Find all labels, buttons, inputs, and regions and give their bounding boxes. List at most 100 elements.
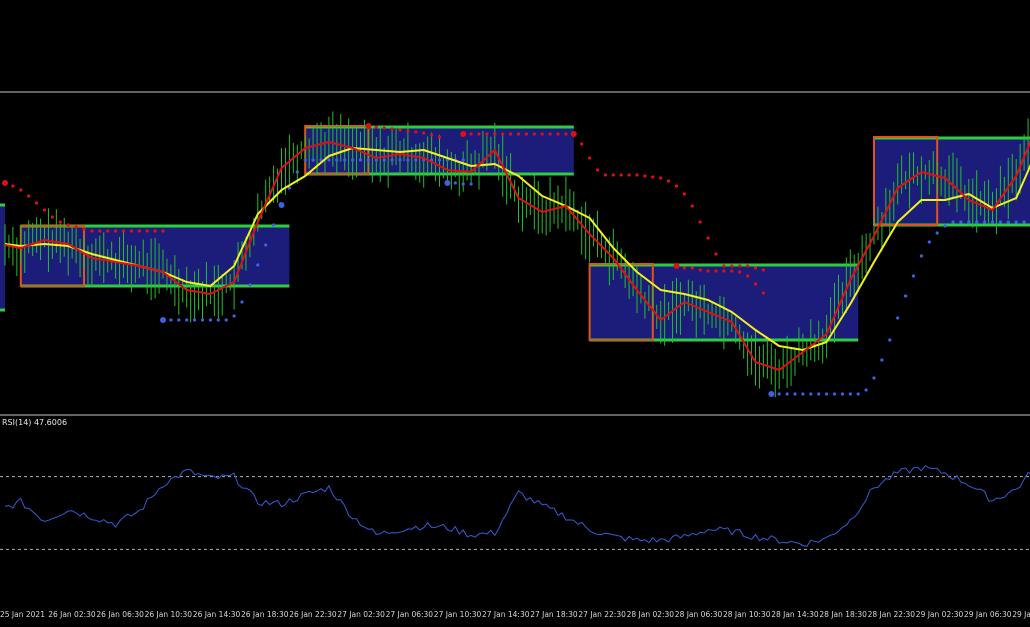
upper-stop-dot <box>540 132 544 136</box>
lower-stop-dot <box>872 376 876 380</box>
upper-stop-dot <box>738 270 742 274</box>
lower-stop-dot <box>469 182 473 186</box>
upper-stop-dot <box>98 229 102 233</box>
upper-stop-dot <box>643 174 647 178</box>
time-tick-label: 28 Jan 14:30 <box>771 610 819 619</box>
upper-stop-dot <box>19 188 23 192</box>
upper-stop-dot <box>682 266 687 270</box>
lower-stop-dot <box>248 283 252 287</box>
time-tick-label: 27 Jan 10:30 <box>433 610 482 619</box>
lower-stop-dot <box>444 180 451 186</box>
time-tick-label: 28 Jan 02:30 <box>626 610 675 619</box>
lower-stop-dot <box>240 300 244 304</box>
upper-stop-dot <box>493 132 497 136</box>
upper-stop-dot <box>153 229 157 233</box>
lower-stop-dot <box>927 240 931 244</box>
time-tick-label: 28 Jan 10:30 <box>723 610 771 619</box>
time-tick-label: 29 Jan 06:30 <box>964 610 1012 619</box>
lower-stop-dot <box>935 231 939 235</box>
lower-stop-dot <box>801 392 805 396</box>
time-tick-label: 29 Jan 1 <box>1012 610 1030 619</box>
upper-stop-dot <box>437 135 442 139</box>
lower-stop-dot <box>343 158 347 162</box>
lower-stop-dot <box>335 158 339 162</box>
upper-stop-dot <box>714 269 718 273</box>
time-tick-label: 25 Jan 2021 <box>0 610 45 619</box>
lower-stop-dot <box>825 392 829 396</box>
time-tick-label: 27 Jan 22:30 <box>578 610 626 619</box>
upper-stop-dot <box>414 130 418 134</box>
upper-stop-dot <box>753 266 758 270</box>
upper-stop-dot <box>114 229 118 233</box>
lower-stop-dot <box>351 158 355 162</box>
lower-stop-dot <box>785 392 789 396</box>
time-tick-label: 27 Jan 06:30 <box>385 610 434 619</box>
upper-stop-dot <box>706 269 710 273</box>
upper-stop-dot <box>121 229 126 233</box>
upper-stop-dot <box>682 192 687 196</box>
upper-stop-dot <box>90 229 94 233</box>
upper-stop-dot <box>603 173 608 177</box>
upper-stop-dot <box>674 184 679 188</box>
time-tick-label: 28 Jan 22:30 <box>867 610 916 619</box>
upper-stop-dot <box>35 201 39 205</box>
upper-stop-dot <box>659 176 663 180</box>
upper-stop-dot <box>714 252 718 256</box>
lower-stop-dot <box>200 318 205 322</box>
upper-stop-dot <box>145 229 149 233</box>
time-tick-label: 26 Jan 22:30 <box>289 610 337 619</box>
upper-stop-dot <box>382 126 386 130</box>
lower-stop-dot <box>943 224 947 228</box>
upper-stop-dot <box>82 227 86 231</box>
lower-stop-dot <box>160 317 166 323</box>
upper-stop-dot <box>509 132 513 136</box>
lower-stop-dot <box>809 392 813 396</box>
upper-stop-dot <box>374 125 378 129</box>
upper-stop-dot <box>588 156 592 160</box>
upper-stop-dot <box>42 208 47 212</box>
upper-stop-dot <box>580 142 584 146</box>
lower-stop-dot <box>224 318 228 322</box>
upper-stop-dot <box>11 184 15 188</box>
lower-stop-dot <box>1022 220 1026 224</box>
lower-stop-dot <box>967 220 971 224</box>
chart-window: RSI(14) 47.6006 25 Jan 2021 26 Jan 02:30 2… <box>0 0 1030 623</box>
upper-stop-dot <box>698 268 702 272</box>
upper-stop-dot <box>564 132 568 136</box>
upper-stop-dot <box>106 229 110 233</box>
lower-stop-dot <box>990 220 995 224</box>
price-and-rsi-chart[interactable] <box>0 0 1030 623</box>
lower-stop-dot <box>1006 220 1010 224</box>
upper-stop-dot <box>524 132 529 136</box>
time-tick-label: 27 Jan 14:30 <box>482 610 530 619</box>
upper-stop-dot <box>161 229 165 233</box>
lower-stop-dot <box>832 392 837 396</box>
upper-stop-dot <box>761 291 766 295</box>
upper-stop-dot <box>722 269 726 273</box>
time-tick-label: 29 Jan 02:30 <box>915 610 964 619</box>
lower-stop-dot <box>311 158 315 162</box>
upper-stop-dot <box>570 131 577 137</box>
time-tick-label: 28 Jan 18:30 <box>819 610 867 619</box>
time-tick-label: 26 Jan 02:30 <box>48 610 96 619</box>
lower-stop-dot <box>461 158 465 162</box>
upper-stop-dot <box>706 236 710 240</box>
lower-stop-dot <box>768 391 775 397</box>
upper-stop-dot <box>66 223 70 227</box>
lower-stop-dot <box>864 388 868 392</box>
upper-stop-dot <box>58 220 62 224</box>
upper-stop-dot <box>556 132 560 136</box>
lower-stop-dot <box>437 158 442 162</box>
upper-stop-dot <box>129 229 133 233</box>
upper-stop-dot <box>673 263 680 269</box>
upper-stop-dot <box>667 179 671 183</box>
upper-stop-dot <box>27 194 31 198</box>
lower-stop-dot <box>951 220 955 224</box>
lower-stop-dot <box>453 181 457 185</box>
time-tick-label: 27 Jan 02:30 <box>337 610 385 619</box>
upper-stop-dot <box>722 264 726 268</box>
lower-stop-dot <box>216 318 220 322</box>
lower-stop-dot <box>366 158 370 162</box>
time-tick-label: 28 Jan 06:30 <box>674 610 723 619</box>
upper-stop-dot <box>738 264 742 268</box>
